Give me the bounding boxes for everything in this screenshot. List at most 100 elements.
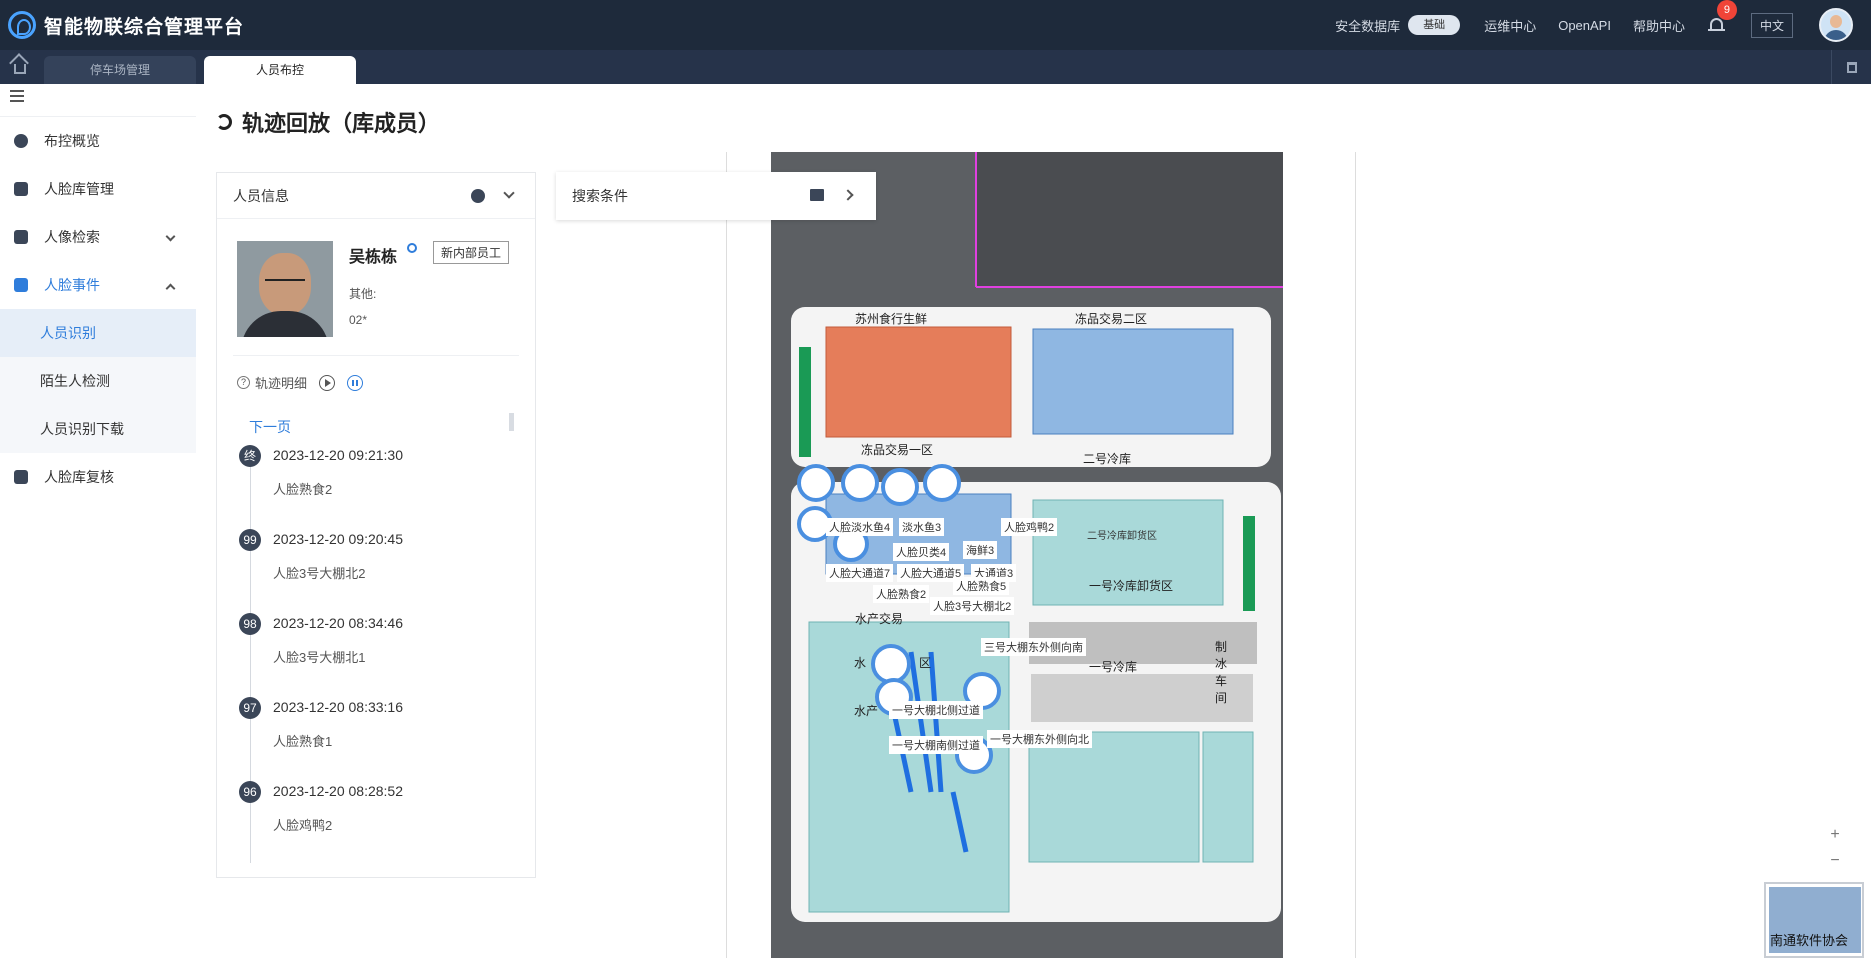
page-title: 轨迹回放（库成员） (216, 106, 440, 138)
timeline-item[interactable]: 99 2023-12-20 09:20:45 人脸3号大棚北2 (237, 527, 517, 611)
other-value: 02* (349, 313, 368, 327)
play-icon[interactable] (319, 374, 336, 391)
chevron-up-icon (165, 283, 176, 294)
track-header: ? 轨迹明细 (237, 373, 364, 392)
sidebar-subitem-recognition-download[interactable]: 人员识别下载 (0, 405, 196, 453)
zone-label: 二号冷库卸货区 (1087, 531, 1157, 542)
menu-collapse-icon[interactable] (10, 90, 24, 104)
camera-label[interactable]: 一号大棚北侧过道 (889, 701, 983, 719)
camera-label[interactable]: 人脸贝类4 (893, 543, 950, 561)
camera-label[interactable]: 淡水鱼3 (899, 518, 945, 536)
bell-icon[interactable]: 9 (1707, 0, 1737, 34)
camera-label[interactable]: 人脸熟食5 (953, 577, 1010, 595)
next-page-link[interactable]: 下一页 (249, 417, 291, 437)
sidebar-submenu: 人员识别 陌生人检测 人员识别下载 (0, 309, 196, 453)
list-icon (14, 278, 28, 292)
sidebar: 布控概览 人脸库管理 人像检索 人脸事件 人员识别 陌生人检测 人员识别下载 人… (0, 84, 196, 958)
camera-label[interactable]: 人脸大通道7 (826, 564, 894, 582)
language-switch[interactable]: 中文 (1750, 12, 1793, 38)
camera-label[interactable]: 人脸鸡鸭2 (1001, 518, 1058, 536)
tab-parking[interactable]: 停车场管理 (44, 56, 196, 84)
openapi-link[interactable]: OpenAPI (1558, 18, 1611, 33)
timeline-place: 人脸3号大棚北1 (273, 650, 366, 665)
camera-label[interactable]: 三号大棚东外侧向南 (981, 638, 1086, 656)
chevron-down-icon (165, 231, 176, 242)
sidebar-item-face-library[interactable]: 人脸库管理 (0, 165, 196, 213)
person-photo (237, 241, 333, 337)
review-icon (14, 470, 28, 484)
zone-label: 二号冷库 (1083, 452, 1132, 466)
timeline-badge: 98 (239, 613, 261, 635)
sidebar-item-overview[interactable]: 布控概览 (0, 117, 196, 165)
top-bar: 智能物联综合管理平台 安全数据库 基础 运维中心 OpenAPI 帮助中心 9 … (0, 0, 1871, 50)
camera-label[interactable]: 人脸3号大棚北2 (930, 597, 1015, 615)
zone-label: 水产交易 (855, 612, 904, 626)
home-icon[interactable] (0, 50, 40, 84)
camera-marker-icon[interactable] (881, 468, 919, 506)
chevron-down-icon[interactable] (503, 187, 515, 199)
timeline-time: 2023-12-20 08:28:52 (273, 783, 403, 799)
pause-icon[interactable] (347, 374, 364, 391)
timeline-item[interactable]: 97 2023-12-20 08:33:16 人脸熟食1 (237, 695, 517, 779)
track-label: 轨迹明细 (255, 376, 308, 391)
search-conditions-panel[interactable]: 搜索条件 (556, 172, 876, 220)
page-title-text: 轨迹回放（库成员） (242, 111, 441, 136)
trash-icon[interactable] (1831, 50, 1871, 84)
timeline-item[interactable]: 终 2023-12-20 09:21:30 人脸熟食2 (237, 443, 517, 527)
timeline-place: 人脸熟食1 (273, 734, 333, 749)
user-avatar[interactable] (1819, 8, 1853, 42)
sidebar-item-label: 人脸事件 (44, 277, 100, 293)
help-center-link[interactable]: 帮助中心 (1633, 16, 1685, 35)
timeline-item[interactable]: 96 2023-12-20 08:28:52 人脸鸡鸭2 (237, 779, 517, 863)
timeline-badge: 终 (239, 445, 261, 467)
camera-label[interactable]: 人脸淡水鱼4 (826, 518, 894, 536)
zone-label: 水产 (854, 704, 879, 718)
male-icon (407, 243, 417, 253)
document-icon (810, 189, 824, 201)
person-info-header[interactable]: 人员信息 (217, 173, 535, 219)
person-search-icon (14, 230, 28, 244)
face-icon (471, 189, 485, 203)
timeline-badge: 96 (239, 781, 261, 803)
sidebar-item-portrait-search[interactable]: 人像检索 (0, 213, 196, 261)
back-icon[interactable] (216, 114, 232, 130)
sidebar-item-label: 人脸库管理 (44, 181, 114, 197)
camera-label[interactable]: 一号大棚南侧过道 (889, 736, 983, 754)
search-conditions-title: 搜索条件 (572, 188, 628, 204)
camera-marker-icon[interactable] (923, 464, 961, 502)
zoom-in-button[interactable]: + (1822, 822, 1848, 848)
person-name: 吴栋栋 (349, 249, 398, 266)
help-icon[interactable]: ? (237, 376, 250, 389)
sidebar-item-face-events[interactable]: 人脸事件 (0, 261, 196, 309)
chevron-right-icon[interactable] (842, 189, 854, 201)
camera-marker-icon[interactable] (841, 464, 879, 502)
sidebar-item-face-review[interactable]: 人脸库复核 (0, 453, 196, 501)
timeline-item[interactable]: 98 2023-12-20 08:34:46 人脸3号大棚北1 (237, 611, 517, 695)
tab-personnel-control[interactable]: 人员布控 (204, 56, 356, 84)
zone-label: 苏州食行生鲜 (855, 312, 928, 326)
sidebar-subitem-person-recognition[interactable]: 人员识别 (0, 309, 196, 357)
watermark-text: 南通软件协会 (1770, 933, 1849, 948)
person-info-title: 人员信息 (233, 187, 289, 204)
camera-label[interactable]: 人脸熟食2 (873, 585, 930, 603)
security-db-toggle[interactable]: 基础 (1408, 15, 1461, 35)
zone-label: 制冰车间 (1215, 640, 1228, 705)
notification-badge: 9 (1716, 0, 1737, 20)
zoom-out-button[interactable]: − (1822, 848, 1848, 874)
divider (233, 355, 519, 356)
camera-label[interactable]: 一号大棚东外侧向北 (987, 730, 1092, 748)
sidebar-subitem-stranger-detection[interactable]: 陌生人检测 (0, 357, 196, 405)
timeline-time: 2023-12-20 09:21:30 (273, 447, 403, 463)
ops-center-link[interactable]: 运维中心 (1484, 16, 1536, 35)
timeline-time: 2023-12-20 08:34:46 (273, 615, 403, 631)
camera-marker-icon[interactable] (797, 464, 835, 502)
scrollbar[interactable] (509, 413, 514, 431)
sidebar-item-label: 人脸库复核 (44, 469, 114, 485)
other-label: 其他: (349, 287, 377, 301)
camera-label[interactable]: 海鲜3 (963, 541, 998, 559)
person-info-panel: 人员信息 吴栋栋 新内部员工 其他: 02* ? 轨迹明细 下一页 终 2023… (216, 172, 536, 878)
app-logo-icon (8, 11, 36, 39)
security-db-label: 安全数据库 (1335, 18, 1401, 34)
map-view[interactable]: 苏州食行生鲜 冻品交易二区 冻品交易一区 二号冷库 二号冷库卸货区 一号冷库卸货… (726, 152, 1356, 958)
face-icon (14, 134, 28, 148)
